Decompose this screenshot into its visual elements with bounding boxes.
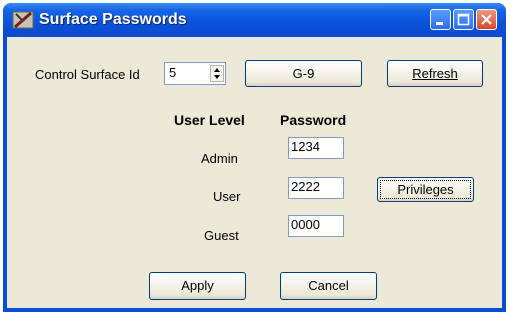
level-guest-label: Guest <box>204 228 239 243</box>
apply-button[interactable]: Apply <box>149 272 246 300</box>
surface-tool-icon <box>12 9 34 31</box>
maximize-button[interactable] <box>453 9 474 30</box>
control-surface-id-spinner[interactable]: 5 <box>164 62 226 85</box>
dialog-body: Control Surface Id 5 G-9 Refresh User Le… <box>7 37 502 308</box>
guest-password-field[interactable]: 0000 <box>288 215 344 237</box>
close-icon <box>481 14 492 25</box>
control-surface-label: Control Surface Id <box>35 67 140 82</box>
privileges-button[interactable]: Privileges <box>377 177 474 202</box>
minimize-icon <box>436 22 443 25</box>
title-bar[interactable]: Surface Passwords <box>3 3 506 37</box>
control-surface-id-value: 5 <box>169 65 177 80</box>
user-password-field[interactable]: 2222 <box>288 177 344 199</box>
minimize-button[interactable] <box>430 9 451 30</box>
close-button[interactable] <box>476 9 497 30</box>
refresh-button[interactable]: Refresh <box>387 60 483 87</box>
password-header: Password <box>280 112 347 128</box>
level-admin-label: Admin <box>201 151 238 166</box>
admin-password-field[interactable]: 1234 <box>288 137 344 159</box>
maximize-icon <box>457 13 470 26</box>
surface-passwords-window: Surface Passwords Control Surface Id 5 G… <box>3 3 506 312</box>
window-title: Surface Passwords <box>39 11 187 28</box>
spinner-arrows-icon[interactable] <box>210 65 224 82</box>
user-level-header: User Level <box>174 112 245 128</box>
level-user-label: User <box>213 189 241 204</box>
surface-name-button[interactable]: G-9 <box>245 60 362 87</box>
cancel-button[interactable]: Cancel <box>280 272 377 300</box>
